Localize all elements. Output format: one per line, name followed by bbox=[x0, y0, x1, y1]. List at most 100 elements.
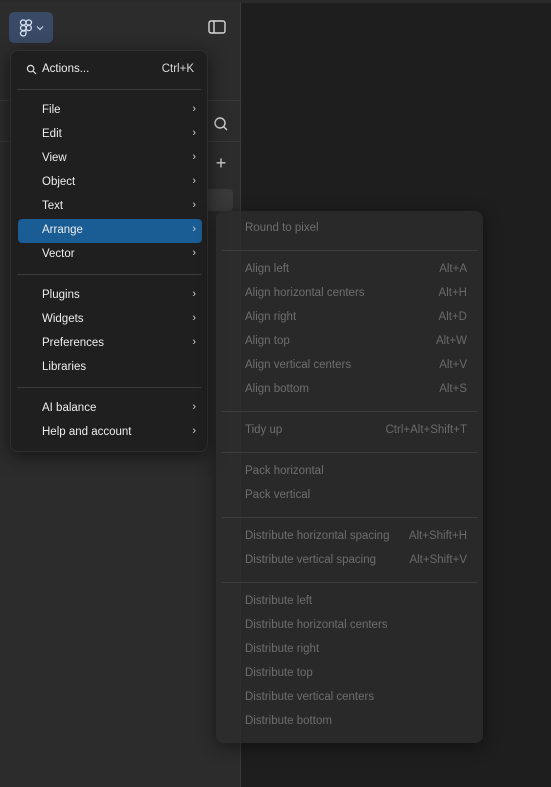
menu-item-shortcut: Ctrl+K bbox=[161, 63, 194, 75]
submenu-separator bbox=[222, 517, 477, 518]
chevron-right-icon: › bbox=[192, 247, 196, 259]
menu-item-label: Vector bbox=[42, 248, 75, 260]
submenu-item-label: Align top bbox=[245, 335, 290, 347]
submenu-item-label: Distribute right bbox=[245, 643, 320, 655]
submenu-item-distribute-horizontal-spacing[interactable]: Distribute horizontal spacing Alt+Shift+H bbox=[216, 528, 483, 548]
submenu-item-label: Tidy up bbox=[245, 424, 283, 436]
figma-logo-icon bbox=[19, 18, 33, 37]
menu-item-view[interactable]: View › bbox=[18, 147, 202, 171]
submenu-item-label: Distribute horizontal centers bbox=[245, 619, 388, 631]
plus-icon[interactable]: + bbox=[211, 153, 231, 173]
submenu-item-pack-vertical[interactable]: Pack vertical bbox=[216, 487, 483, 507]
submenu-separator bbox=[222, 582, 477, 583]
menu-item-help-and-account[interactable]: Help and account › bbox=[18, 421, 202, 445]
menu-separator bbox=[17, 387, 201, 388]
submenu-item-label: Distribute left bbox=[245, 595, 313, 607]
menu-item-arrange[interactable]: Arrange › bbox=[18, 219, 202, 243]
chevron-right-icon: › bbox=[192, 175, 196, 187]
submenu-item-shortcut: Alt+D bbox=[438, 311, 467, 323]
submenu-item-shortcut: Alt+V bbox=[439, 359, 467, 371]
submenu-item-distribute-vertical-spacing[interactable]: Distribute vertical spacing Alt+Shift+V bbox=[216, 552, 483, 572]
submenu-item-distribute-top[interactable]: Distribute top bbox=[216, 665, 483, 685]
menu-item-label: Object bbox=[42, 176, 76, 188]
submenu-item-label: Align vertical centers bbox=[245, 359, 352, 371]
submenu-item-label: Align horizontal centers bbox=[245, 287, 365, 299]
search-icon bbox=[26, 64, 37, 75]
submenu-item-distribute-bottom[interactable]: Distribute bottom bbox=[216, 713, 483, 733]
submenu-item-pack-horizontal[interactable]: Pack horizontal bbox=[216, 463, 483, 483]
chevron-right-icon: › bbox=[192, 223, 196, 235]
menu-item-label: Arrange bbox=[42, 224, 83, 236]
submenu-item-label: Pack horizontal bbox=[245, 465, 324, 477]
menu-item-label: Widgets bbox=[42, 313, 84, 325]
submenu-item-label: Round to pixel bbox=[245, 222, 319, 234]
chevron-down-icon bbox=[36, 25, 44, 31]
menu-item-preferences[interactable]: Preferences › bbox=[18, 332, 202, 356]
submenu-item-distribute-right[interactable]: Distribute right bbox=[216, 641, 483, 661]
chevron-right-icon: › bbox=[192, 151, 196, 163]
submenu-item-label: Distribute vertical centers bbox=[245, 691, 375, 703]
submenu-item-shortcut: Alt+A bbox=[439, 263, 467, 275]
menu-item-ai-balance[interactable]: AI balance › bbox=[18, 397, 202, 421]
submenu-item-label: Align bottom bbox=[245, 383, 309, 395]
chevron-right-icon: › bbox=[192, 425, 196, 437]
menu-item-vector[interactable]: Vector › bbox=[18, 243, 202, 267]
menu-item-label: Actions... bbox=[42, 63, 90, 75]
sidebar-toggle-icon[interactable] bbox=[206, 18, 228, 36]
menu-item-plugins[interactable]: Plugins › bbox=[18, 284, 202, 308]
layer-chip[interactable] bbox=[204, 189, 233, 211]
submenu-item-align-vertical-centers[interactable]: Align vertical centers Alt+V bbox=[216, 357, 483, 377]
menu-item-widgets[interactable]: Widgets › bbox=[18, 308, 202, 332]
menu-item-object[interactable]: Object › bbox=[18, 171, 202, 195]
menu-item-libraries[interactable]: Libraries bbox=[18, 356, 202, 380]
chevron-right-icon: › bbox=[192, 336, 196, 348]
menu-separator bbox=[17, 89, 201, 90]
chevron-right-icon: › bbox=[192, 103, 196, 115]
chevron-right-icon: › bbox=[192, 288, 196, 300]
submenu-item-label: Distribute vertical spacing bbox=[245, 554, 377, 566]
submenu-item-distribute-horizontal-centers[interactable]: Distribute horizontal centers bbox=[216, 617, 483, 637]
submenu-item-tidy-up[interactable]: Tidy up Ctrl+Alt+Shift+T bbox=[216, 422, 483, 442]
menu-item-label: File bbox=[42, 104, 61, 116]
submenu-item-label: Distribute bottom bbox=[245, 715, 332, 727]
submenu-item-align-top[interactable]: Align top Alt+W bbox=[216, 333, 483, 353]
menu-item-label: Libraries bbox=[42, 361, 87, 373]
submenu-item-label: Distribute top bbox=[245, 667, 313, 679]
submenu-item-shortcut: Alt+Shift+V bbox=[409, 554, 467, 566]
submenu-item-shortcut: Alt+S bbox=[439, 383, 467, 395]
submenu-item-distribute-vertical-centers[interactable]: Distribute vertical centers bbox=[216, 689, 483, 709]
submenu-item-label: Align right bbox=[245, 311, 297, 323]
menu-item-text[interactable]: Text › bbox=[18, 195, 202, 219]
submenu-separator bbox=[222, 452, 477, 453]
submenu-separator bbox=[222, 411, 477, 412]
submenu-item-align-bottom[interactable]: Align bottom Alt+S bbox=[216, 381, 483, 401]
menu-item-label: Help and account bbox=[42, 426, 132, 438]
submenu-item-label: Distribute horizontal spacing bbox=[245, 530, 390, 542]
menu-item-file[interactable]: File › bbox=[18, 99, 202, 123]
submenu-item-shortcut: Alt+W bbox=[436, 335, 467, 347]
main-menu-button[interactable] bbox=[9, 12, 53, 43]
menu-item-label: Edit bbox=[42, 128, 62, 140]
submenu-item-distribute-left[interactable]: Distribute left bbox=[216, 593, 483, 613]
submenu-item-label: Pack vertical bbox=[245, 489, 311, 501]
menu-separator bbox=[17, 274, 201, 275]
submenu-item-shortcut: Alt+H bbox=[438, 287, 467, 299]
search-icon[interactable] bbox=[211, 114, 231, 134]
submenu-item-label: Align left bbox=[245, 263, 290, 275]
arrange-submenu: Round to pixel Align left Alt+A Align hor… bbox=[216, 211, 483, 743]
submenu-item-align-right[interactable]: Align right Alt+D bbox=[216, 309, 483, 329]
chevron-right-icon: › bbox=[192, 127, 196, 139]
chevron-right-icon: › bbox=[192, 312, 196, 324]
menu-item-label: Preferences bbox=[42, 337, 105, 349]
submenu-item-round-to-pixel[interactable]: Round to pixel bbox=[216, 220, 483, 240]
chevron-right-icon: › bbox=[192, 199, 196, 211]
chevron-right-icon: › bbox=[192, 401, 196, 413]
menu-item-edit[interactable]: Edit › bbox=[18, 123, 202, 147]
submenu-item-shortcut: Ctrl+Alt+Shift+T bbox=[385, 424, 468, 436]
submenu-separator bbox=[222, 250, 477, 251]
submenu-item-align-horizontal-centers[interactable]: Align horizontal centers Alt+H bbox=[216, 285, 483, 305]
submenu-item-align-left[interactable]: Align left Alt+A bbox=[216, 261, 483, 281]
menu-item-label: View bbox=[42, 152, 67, 164]
menu-item-label: AI balance bbox=[42, 402, 97, 414]
menu-item-actions[interactable]: Actions... Ctrl+K bbox=[18, 58, 202, 82]
